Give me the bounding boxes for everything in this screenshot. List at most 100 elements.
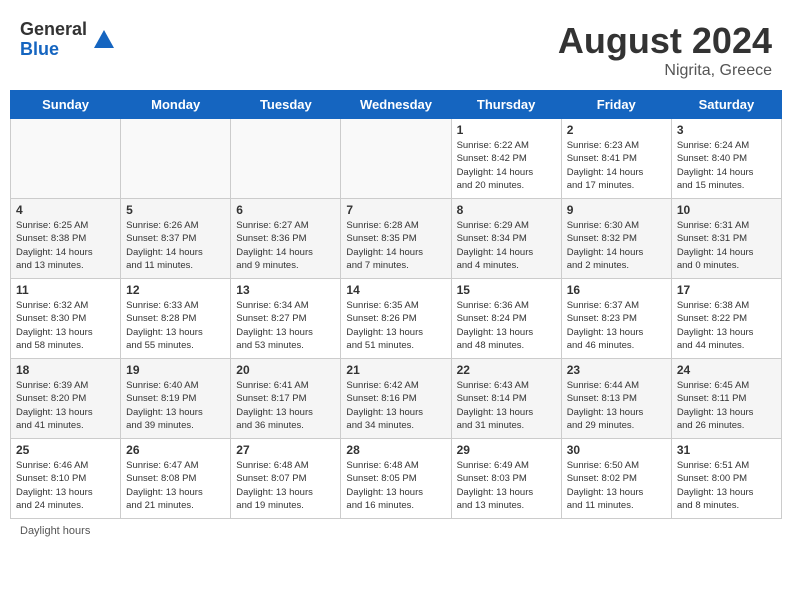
day-number: 1 xyxy=(457,123,556,137)
day-info: Sunrise: 6:28 AM Sunset: 8:35 PM Dayligh… xyxy=(346,219,445,272)
day-number: 12 xyxy=(126,283,225,297)
calendar-cell: 3 Sunrise: 6:24 AM Sunset: 8:40 PM Daylig… xyxy=(671,119,781,199)
calendar-cell: 14 Sunrise: 6:35 AM Sunset: 8:26 PM Dayli… xyxy=(341,279,451,359)
calendar-cell: 5Sunrise: 6:26 AM Sunset: 8:37 PM Daylig… xyxy=(121,199,231,279)
calendar-cell xyxy=(231,119,341,199)
day-info: Sunrise: 6:34 AM Sunset: 8:27 PM Dayligh… xyxy=(236,299,335,352)
day-info: Sunrise: 6:45 AM Sunset: 8:11 PM Dayligh… xyxy=(677,379,776,432)
day-info: Sunrise: 6:24 AM Sunset: 8:40 PM Dayligh… xyxy=(677,139,776,192)
weekday-header-thursday: Thursday xyxy=(451,91,561,119)
day-number: 5 xyxy=(126,203,225,217)
day-number: 24 xyxy=(677,363,776,377)
calendar-cell: 2 Sunrise: 6:23 AM Sunset: 8:41 PM Daylig… xyxy=(561,119,671,199)
day-number: 16 xyxy=(567,283,666,297)
calendar-cell: 13 Sunrise: 6:34 AM Sunset: 8:27 PM Dayli… xyxy=(231,279,341,359)
day-number: 2 xyxy=(567,123,666,137)
day-info: Sunrise: 6:44 AM Sunset: 8:13 PM Dayligh… xyxy=(567,379,666,432)
calendar-table: SundayMondayTuesdayWednesdayThursdayFrid… xyxy=(10,90,782,519)
calendar-cell: 29 Sunrise: 6:49 AM Sunset: 8:03 PM Dayli… xyxy=(451,439,561,519)
calendar-cell: 10Sunrise: 6:31 AM Sunset: 8:31 PM Dayli… xyxy=(671,199,781,279)
logo-blue: Blue xyxy=(20,40,87,60)
logo-triangle-icon xyxy=(94,30,114,48)
day-info: Sunrise: 6:42 AM Sunset: 8:16 PM Dayligh… xyxy=(346,379,445,432)
calendar-cell: 11Sunrise: 6:32 AM Sunset: 8:30 PM Dayli… xyxy=(11,279,121,359)
day-number: 26 xyxy=(126,443,225,457)
day-number: 31 xyxy=(677,443,776,457)
day-info: Sunrise: 6:48 AM Sunset: 8:07 PM Dayligh… xyxy=(236,459,335,512)
day-number: 6 xyxy=(236,203,335,217)
location-subtitle: Nigrita, Greece xyxy=(558,62,772,80)
calendar-cell: 4 Sunrise: 6:25 AM Sunset: 8:38 PM Daylig… xyxy=(11,199,121,279)
day-info: Sunrise: 6:39 AM Sunset: 8:20 PM Dayligh… xyxy=(16,379,115,432)
calendar-cell: 17Sunrise: 6:38 AM Sunset: 8:22 PM Dayli… xyxy=(671,279,781,359)
calendar-cell: 27 Sunrise: 6:48 AM Sunset: 8:07 PM Dayli… xyxy=(231,439,341,519)
day-number: 27 xyxy=(236,443,335,457)
calendar-week-1: 1 Sunrise: 6:22 AM Sunset: 8:42 PM Daylig… xyxy=(11,119,782,199)
calendar-cell: 7 Sunrise: 6:28 AM Sunset: 8:35 PM Daylig… xyxy=(341,199,451,279)
calendar-cell: 23Sunrise: 6:44 AM Sunset: 8:13 PM Dayli… xyxy=(561,359,671,439)
calendar-cell: 24 Sunrise: 6:45 AM Sunset: 8:11 PM Dayli… xyxy=(671,359,781,439)
day-info: Sunrise: 6:37 AM Sunset: 8:23 PM Dayligh… xyxy=(567,299,666,352)
day-number: 8 xyxy=(457,203,556,217)
day-info: Sunrise: 6:27 AM Sunset: 8:36 PM Dayligh… xyxy=(236,219,335,272)
logo-general: General xyxy=(20,20,87,40)
calendar-cell: 22Sunrise: 6:43 AM Sunset: 8:14 PM Dayli… xyxy=(451,359,561,439)
day-number: 3 xyxy=(677,123,776,137)
calendar-cell: 28Sunrise: 6:48 AM Sunset: 8:05 PM Dayli… xyxy=(341,439,451,519)
logo-text: General Blue xyxy=(20,20,87,60)
day-info: Sunrise: 6:25 AM Sunset: 8:38 PM Dayligh… xyxy=(16,219,115,272)
day-number: 7 xyxy=(346,203,445,217)
day-number: 29 xyxy=(457,443,556,457)
calendar-cell: 9 Sunrise: 6:30 AM Sunset: 8:32 PM Daylig… xyxy=(561,199,671,279)
day-number: 11 xyxy=(16,283,115,297)
calendar-cell: 20Sunrise: 6:41 AM Sunset: 8:17 PM Dayli… xyxy=(231,359,341,439)
weekday-header-sunday: Sunday xyxy=(11,91,121,119)
weekday-header-saturday: Saturday xyxy=(671,91,781,119)
month-year-title: August 2024 xyxy=(558,20,772,62)
calendar-cell: 6 Sunrise: 6:27 AM Sunset: 8:36 PM Daylig… xyxy=(231,199,341,279)
day-info: Sunrise: 6:41 AM Sunset: 8:17 PM Dayligh… xyxy=(236,379,335,432)
page-header: General Blue August 2024 Nigrita, Greece xyxy=(10,10,782,85)
day-number: 17 xyxy=(677,283,776,297)
day-number: 4 xyxy=(16,203,115,217)
calendar-cell: 30 Sunrise: 6:50 AM Sunset: 8:02 PM Dayli… xyxy=(561,439,671,519)
day-number: 9 xyxy=(567,203,666,217)
calendar-week-4: 18Sunrise: 6:39 AM Sunset: 8:20 PM Dayli… xyxy=(11,359,782,439)
footer: Daylight hours xyxy=(10,519,782,543)
day-number: 22 xyxy=(457,363,556,377)
day-info: Sunrise: 6:30 AM Sunset: 8:32 PM Dayligh… xyxy=(567,219,666,272)
day-number: 19 xyxy=(126,363,225,377)
calendar-cell: 26 Sunrise: 6:47 AM Sunset: 8:08 PM Dayli… xyxy=(121,439,231,519)
day-info: Sunrise: 6:22 AM Sunset: 8:42 PM Dayligh… xyxy=(457,139,556,192)
daylight-label: Daylight hours xyxy=(20,525,90,537)
weekday-header-wednesday: Wednesday xyxy=(341,91,451,119)
day-info: Sunrise: 6:40 AM Sunset: 8:19 PM Dayligh… xyxy=(126,379,225,432)
day-info: Sunrise: 6:29 AM Sunset: 8:34 PM Dayligh… xyxy=(457,219,556,272)
calendar-cell: 1 Sunrise: 6:22 AM Sunset: 8:42 PM Daylig… xyxy=(451,119,561,199)
day-info: Sunrise: 6:50 AM Sunset: 8:02 PM Dayligh… xyxy=(567,459,666,512)
day-info: Sunrise: 6:23 AM Sunset: 8:41 PM Dayligh… xyxy=(567,139,666,192)
day-info: Sunrise: 6:47 AM Sunset: 8:08 PM Dayligh… xyxy=(126,459,225,512)
day-number: 14 xyxy=(346,283,445,297)
calendar-cell: 25Sunrise: 6:46 AM Sunset: 8:10 PM Dayli… xyxy=(11,439,121,519)
day-info: Sunrise: 6:49 AM Sunset: 8:03 PM Dayligh… xyxy=(457,459,556,512)
day-number: 30 xyxy=(567,443,666,457)
calendar-cell xyxy=(341,119,451,199)
calendar-cell: 19 Sunrise: 6:40 AM Sunset: 8:19 PM Dayli… xyxy=(121,359,231,439)
day-number: 21 xyxy=(346,363,445,377)
calendar-cell: 12 Sunrise: 6:33 AM Sunset: 8:28 PM Dayli… xyxy=(121,279,231,359)
calendar-cell: 18Sunrise: 6:39 AM Sunset: 8:20 PM Dayli… xyxy=(11,359,121,439)
day-info: Sunrise: 6:35 AM Sunset: 8:26 PM Dayligh… xyxy=(346,299,445,352)
weekday-header-tuesday: Tuesday xyxy=(231,91,341,119)
day-info: Sunrise: 6:33 AM Sunset: 8:28 PM Dayligh… xyxy=(126,299,225,352)
day-info: Sunrise: 6:48 AM Sunset: 8:05 PM Dayligh… xyxy=(346,459,445,512)
day-info: Sunrise: 6:36 AM Sunset: 8:24 PM Dayligh… xyxy=(457,299,556,352)
calendar-week-5: 25Sunrise: 6:46 AM Sunset: 8:10 PM Dayli… xyxy=(11,439,782,519)
day-number: 15 xyxy=(457,283,556,297)
day-number: 13 xyxy=(236,283,335,297)
title-block: August 2024 Nigrita, Greece xyxy=(558,20,772,80)
weekday-header-monday: Monday xyxy=(121,91,231,119)
weekday-header-friday: Friday xyxy=(561,91,671,119)
calendar-cell: 21 Sunrise: 6:42 AM Sunset: 8:16 PM Dayli… xyxy=(341,359,451,439)
logo: General Blue xyxy=(20,20,114,60)
